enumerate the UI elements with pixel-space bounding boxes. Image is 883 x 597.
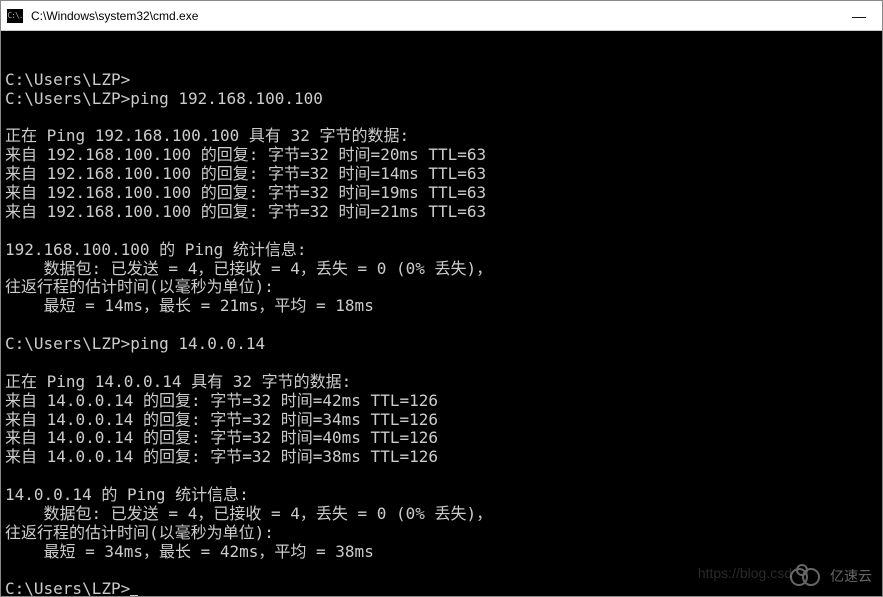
terminal-line: 最短 = 14ms，最长 = 21ms，平均 = 18ms: [5, 297, 878, 316]
terminal-line: C:\Users\LZP>: [5, 71, 878, 90]
cmd-window: C:\. C:\Windows\system32\cmd.exe — C:\Us…: [0, 0, 883, 597]
terminal-line: 正在 Ping 192.168.100.100 具有 32 字节的数据:: [5, 127, 878, 146]
terminal-line: 来自 192.168.100.100 的回复: 字节=32 时间=19ms TT…: [5, 184, 878, 203]
terminal-line: 来自 192.168.100.100 的回复: 字节=32 时间=14ms TT…: [5, 165, 878, 184]
terminal-line: 最短 = 34ms，最长 = 42ms，平均 = 38ms: [5, 543, 878, 562]
window-title: C:\Windows\system32\cmd.exe: [31, 9, 836, 23]
window-controls: —: [836, 1, 882, 30]
cmd-icon: C:\.: [7, 9, 23, 23]
terminal-line: 来自 192.168.100.100 的回复: 字节=32 时间=21ms TT…: [5, 203, 878, 222]
cursor: [130, 595, 138, 596]
terminal-area[interactable]: C:\Users\LZP>C:\Users\LZP>ping 192.168.1…: [1, 31, 882, 596]
terminal-line: [5, 316, 878, 335]
terminal-line: 来自 14.0.0.14 的回复: 字节=32 时间=40ms TTL=126: [5, 429, 878, 448]
terminal-line: C:\Users\LZP>ping 14.0.0.14: [5, 335, 878, 354]
terminal-line: 来自 14.0.0.14 的回复: 字节=32 时间=42ms TTL=126: [5, 392, 878, 411]
logo-icon: [790, 564, 826, 590]
terminal-line: C:\Users\LZP>: [5, 580, 878, 596]
terminal-line: [5, 354, 878, 373]
terminal-line: 往返行程的估计时间(以毫秒为单位):: [5, 524, 878, 543]
terminal-line: 正在 Ping 14.0.0.14 具有 32 字节的数据:: [5, 373, 878, 392]
terminal-line: 往返行程的估计时间(以毫秒为单位):: [5, 278, 878, 297]
terminal-line: [5, 222, 878, 241]
minimize-button[interactable]: —: [836, 1, 882, 30]
terminal-line: 数据包: 已发送 = 4，已接收 = 4，丢失 = 0 (0% 丢失)，: [5, 505, 878, 524]
titlebar: C:\. C:\Windows\system32\cmd.exe —: [1, 1, 882, 31]
terminal-line: 192.168.100.100 的 Ping 统计信息:: [5, 241, 878, 260]
terminal-line: 来自 14.0.0.14 的回复: 字节=32 时间=34ms TTL=126: [5, 411, 878, 430]
terminal-line: 来自 192.168.100.100 的回复: 字节=32 时间=20ms TT…: [5, 146, 878, 165]
terminal-line: C:\Users\LZP>ping 192.168.100.100: [5, 90, 878, 109]
terminal-line: 来自 14.0.0.14 的回复: 字节=32 时间=38ms TTL=126: [5, 448, 878, 467]
terminal-line: 14.0.0.14 的 Ping 统计信息:: [5, 486, 878, 505]
watermark-url: https://blog.csd: [698, 565, 792, 582]
terminal-line: 数据包: 已发送 = 4，已接收 = 4，丢失 = 0 (0% 丢失)，: [5, 260, 878, 279]
terminal-line: [5, 109, 878, 128]
terminal-line: [5, 467, 878, 486]
watermark-logo: 亿速云: [790, 564, 872, 590]
terminal-content: C:\Users\LZP>C:\Users\LZP>ping 192.168.1…: [5, 71, 878, 596]
